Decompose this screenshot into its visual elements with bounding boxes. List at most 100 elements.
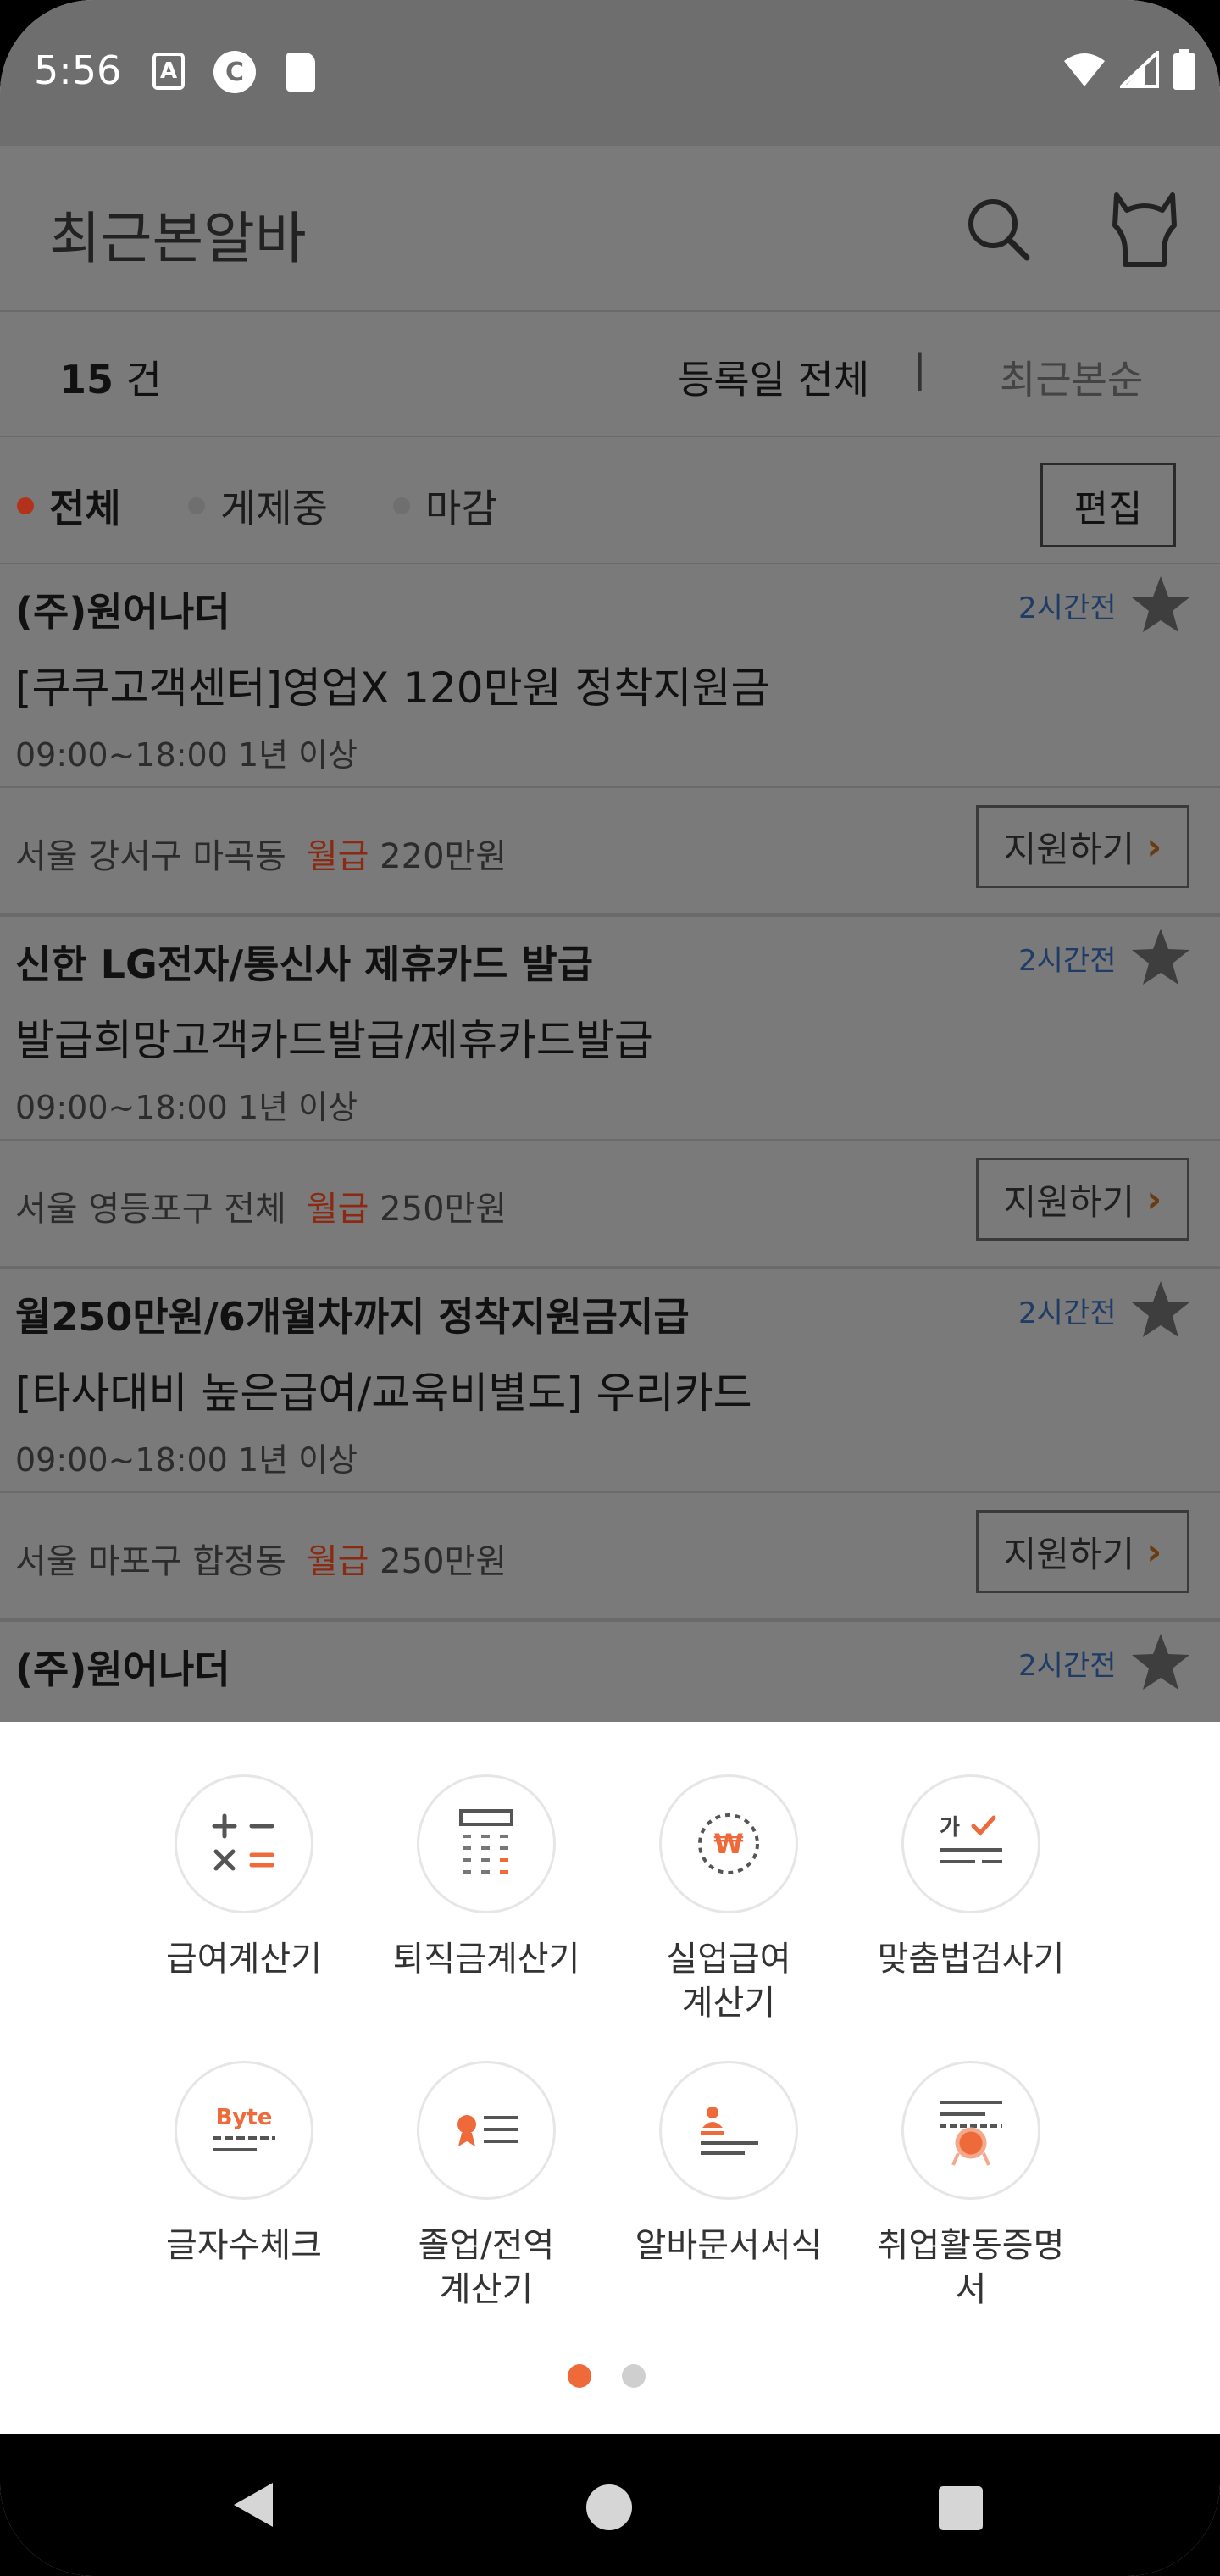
spell-check-icon: 가 [901, 1774, 1040, 1913]
time-ago: 2시간전 [1018, 1296, 1117, 1330]
tool-label: 급여계산기 [166, 1940, 322, 1979]
phone-screen: 5:56 A C 최근본알바 15 건 등록일 전체 | 최근본순 전체 게제중… [0, 0, 1220, 2576]
tool-document-forms[interactable]: 알바문서서식 [610, 2061, 847, 2268]
count-number: 15 [59, 357, 114, 402]
page-title: 최근본알바 [49, 206, 307, 271]
home-icon[interactable] [586, 2484, 632, 2530]
tab-label: 마감 [425, 486, 497, 531]
search-icon[interactable] [964, 195, 1032, 263]
count-unit: 건 [125, 357, 162, 402]
bag-icon[interactable] [1108, 192, 1181, 268]
tool-unemployment-calculator[interactable]: ₩ 실업급여 계산기 [610, 1774, 847, 2025]
unemployment-won-icon: ₩ [659, 1774, 798, 1913]
time-ago: 2시간전 [1018, 1649, 1117, 1683]
document-form-icon [659, 2061, 798, 2200]
tab-closed[interactable]: 마감 [393, 478, 497, 534]
tab-all[interactable]: 전체 [17, 478, 121, 534]
result-count: 15 건 [59, 349, 162, 405]
job-card-footer: 서울 영등포구 전체 월급 250만원 지원하기 › [0, 1139, 1220, 1263]
won-glyph: ₩ [713, 1828, 743, 1860]
tab-label: 전체 [49, 486, 121, 531]
job-title: 발급희망고객카드발급/제휴카드발급 [15, 1016, 653, 1065]
graduation-certificate-icon [417, 2061, 556, 2200]
tools-bottom-sheet: 급여계산기 퇴직금계산기 ₩ 실업급여 계산기 가 맞춤법검사기 Byte 글자… [0, 1722, 1220, 2434]
star-icon[interactable] [1130, 1632, 1191, 1691]
summary-row: 15 건 등록일 전체 | 최근본순 [0, 312, 1220, 437]
apply-button[interactable]: 지원하기 › [976, 1510, 1190, 1593]
calculator-icon [175, 1774, 313, 1913]
work-hours: 09:00~18:00 1년 이상 [15, 736, 358, 774]
recent-apps-icon[interactable] [939, 2486, 983, 2530]
battery-icon [1173, 49, 1195, 90]
pay-amount: 250만원 [380, 1190, 507, 1229]
job-title: [쿠쿠고객센터]영업X 120만원 정착지원금 [15, 663, 770, 713]
job-card-footer: 서울 마포구 합정동 월급 250만원 지원하기 › [0, 1491, 1220, 1615]
location: 서울 강서구 마곡동 월급 220만원 [15, 829, 507, 878]
wifi-icon [1064, 53, 1105, 86]
status-time: 5:56 [34, 47, 122, 93]
spell-glyph: 가 [940, 1815, 960, 1840]
app-notification-icon: C [214, 51, 256, 93]
tool-label: 퇴직금계산기 [392, 1940, 580, 1979]
signal-icon [1120, 51, 1159, 88]
sort-option[interactable]: 최근본순 [1000, 349, 1143, 405]
star-icon[interactable] [1130, 927, 1191, 986]
location: 서울 영등포구 전체 월급 250만원 [15, 1181, 507, 1230]
tool-graduation-calculator[interactable]: 졸업/전역 계산기 [368, 2061, 605, 2312]
date-filter[interactable]: 등록일 전체 [678, 349, 869, 405]
tool-spell-checker[interactable]: 가 맞춤법검사기 [852, 1774, 1090, 1981]
chevron-right-icon: › [1146, 824, 1162, 869]
star-icon[interactable] [1130, 575, 1191, 634]
chevron-right-icon: › [1146, 1177, 1162, 1221]
app-bar: 최근본알바 [0, 146, 1220, 312]
tool-label: 졸업/전역 계산기 [418, 2226, 555, 2309]
star-icon[interactable] [1130, 1280, 1191, 1339]
apply-button[interactable]: 지원하기 › [976, 805, 1190, 888]
dot-icon [393, 497, 410, 514]
system-nav-bar [0, 2434, 1220, 2576]
tab-label: 게제중 [220, 486, 328, 531]
apply-button[interactable]: 지원하기 › [976, 1158, 1190, 1241]
work-hours: 09:00~18:00 1년 이상 [15, 1089, 358, 1126]
time-ago: 2시간전 [1018, 944, 1117, 978]
status-bar: 5:56 A C [0, 0, 1220, 146]
job-card[interactable]: (주)원어나더 2시간전 [쿠쿠고객센터]영업X 120만원 정착지원금 09:… [0, 564, 1220, 917]
pay-type: 월급 [306, 1190, 369, 1229]
apply-label: 지원하기 [1003, 1533, 1135, 1575]
tool-label: 실업급여 계산기 [666, 1940, 791, 2023]
sd-card-icon [286, 53, 315, 92]
chevron-right-icon: › [1146, 1530, 1162, 1574]
time-ago: 2시간전 [1018, 591, 1117, 625]
byte-glyph: Byte [216, 2105, 273, 2130]
work-hours: 09:00~18:00 1년 이상 [15, 1441, 358, 1479]
tool-label: 취업활동증명 서 [877, 2226, 1065, 2309]
page-indicator [568, 2364, 646, 2388]
tool-employment-certificate[interactable]: 취업활동증명 서 [852, 2061, 1090, 2312]
job-card[interactable]: 월250만원/6개월차까지 정착지원금지급 2시간전 [타사대비 높은급여/교육… [0, 1269, 1220, 1622]
job-card[interactable]: (주)원어나더 2시간전 [쿠쿠고객센터]영업X 120만원 정착지원금 [0, 1622, 1220, 1722]
pay-type: 월급 [306, 1542, 369, 1581]
status-right-icons [1062, 49, 1196, 90]
company-name: (주)원어나더 [15, 589, 230, 635]
tab-posting[interactable]: 게제중 [188, 478, 328, 534]
page-dot-active[interactable] [568, 2364, 591, 2388]
company-name: 신한 LG전자/통신사 제휴카드 발급 [15, 941, 594, 987]
back-icon[interactable] [229, 2479, 276, 2530]
company-name: (주)원어나더 [15, 1646, 230, 1692]
filter-tabs: 전체 게제중 마감 편집 [0, 437, 1220, 564]
keyboard-a-icon: A [152, 53, 185, 90]
edit-button[interactable]: 편집 [1040, 463, 1176, 547]
job-list: (주)원어나더 2시간전 [쿠쿠고객센터]영업X 120만원 정착지원금 09:… [0, 564, 1220, 1722]
tool-retirement-calculator[interactable]: 퇴직금계산기 [368, 1774, 605, 1981]
tool-salary-calculator[interactable]: 급여계산기 [125, 1774, 363, 1981]
location-text: 서울 영등포구 전체 [15, 1190, 286, 1229]
page-dot[interactable] [622, 2364, 646, 2388]
tool-label: 알바문서서식 [635, 2226, 823, 2265]
selected-dot-icon [17, 497, 34, 514]
company-name: 월250만원/6개월차까지 정착지원금지급 [15, 1294, 690, 1340]
job-card[interactable]: 신한 LG전자/통신사 제휴카드 발급 2시간전 발급희망고객카드발급/제휴카드… [0, 917, 1220, 1269]
tool-byte-counter[interactable]: Byte 글자수체크 [125, 2061, 363, 2268]
filter-separator: | [913, 346, 927, 391]
job-title: [쿠쿠고객센터]영업X 120만원 정착지원금 [15, 1712, 770, 1722]
pay-amount: 220만원 [380, 837, 507, 876]
